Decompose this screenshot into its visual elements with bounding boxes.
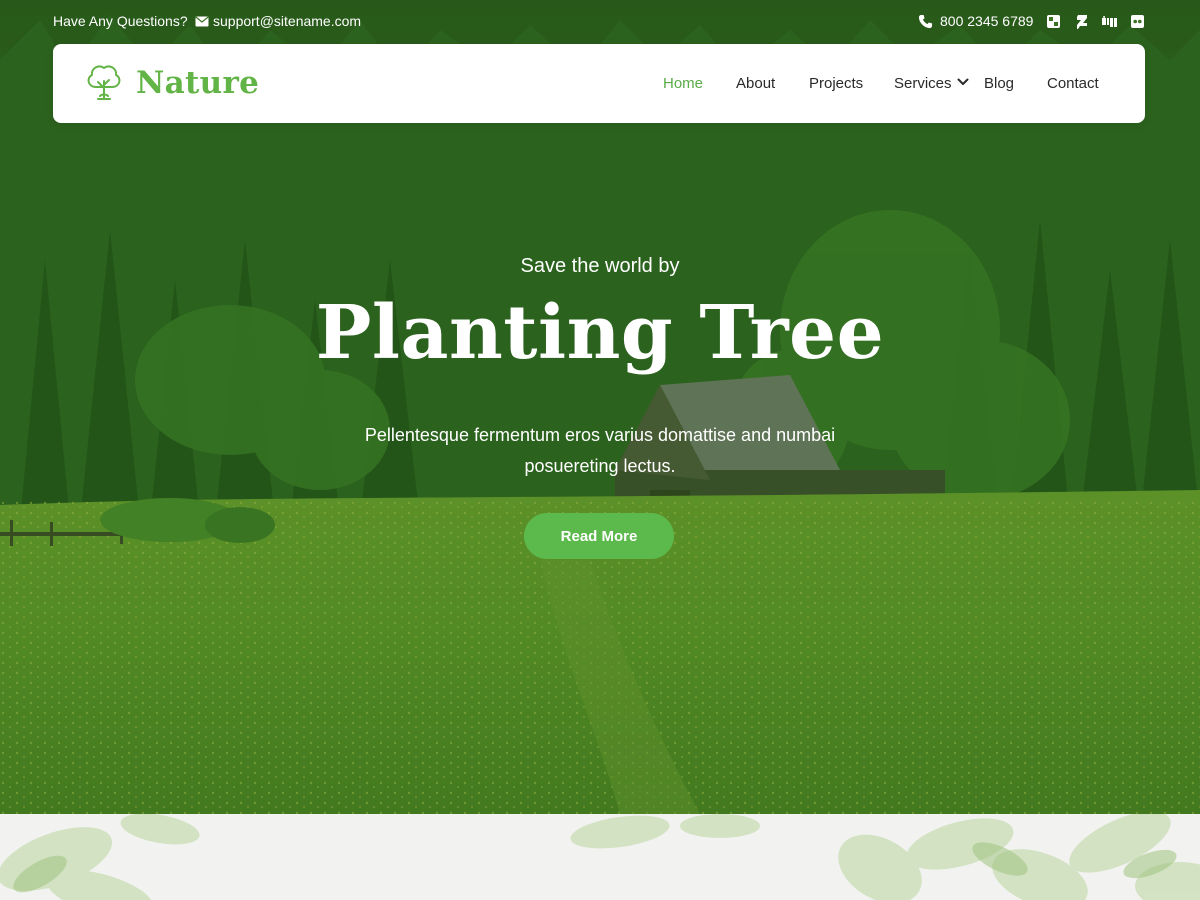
- phone-icon: [918, 14, 933, 28]
- nav-item-projects[interactable]: Projects: [809, 75, 863, 92]
- main-navbar: Nature Home About Projects Services Blog…: [53, 44, 1145, 123]
- site-logo[interactable]: Nature: [82, 61, 259, 105]
- logo-text: Nature: [136, 65, 260, 101]
- nav-item-blog[interactable]: Blog: [984, 75, 1014, 92]
- tree-logo-icon: [87, 65, 121, 100]
- flickr-icon[interactable]: [1130, 14, 1145, 29]
- chevron-down-icon[interactable]: [957, 78, 969, 86]
- email-text: support@sitename.com: [213, 13, 362, 29]
- leaves-decoration: [0, 814, 1200, 900]
- phone-contact[interactable]: 800 2345 6789: [918, 13, 1033, 29]
- questions-text: Have Any Questions?: [53, 13, 188, 29]
- hero-description: Pellentesque fermentum eros varius domat…: [364, 425, 836, 476]
- read-more-button[interactable]: Read More: [524, 513, 674, 559]
- hero-subtitle: Save the world by: [520, 255, 680, 277]
- nav-item-home[interactable]: Home: [663, 75, 703, 92]
- digg-icon[interactable]: [1102, 14, 1117, 29]
- nav-item-services[interactable]: Services: [894, 75, 952, 92]
- nav-item-about[interactable]: About: [736, 75, 775, 92]
- top-bar: Have Any Questions? support@sitename.com…: [0, 0, 1200, 44]
- nav-item-contact[interactable]: Contact: [1047, 75, 1099, 92]
- phone-text: 800 2345 6789: [940, 13, 1034, 29]
- deviantart-icon[interactable]: [1074, 14, 1089, 29]
- hero-title: Planting Tree: [315, 290, 885, 376]
- email-contact[interactable]: support@sitename.com: [195, 13, 361, 29]
- social-links: [1046, 14, 1145, 29]
- vk-icon[interactable]: [1046, 14, 1061, 29]
- leaves-section: [0, 814, 1200, 900]
- envelope-icon: [195, 16, 209, 26]
